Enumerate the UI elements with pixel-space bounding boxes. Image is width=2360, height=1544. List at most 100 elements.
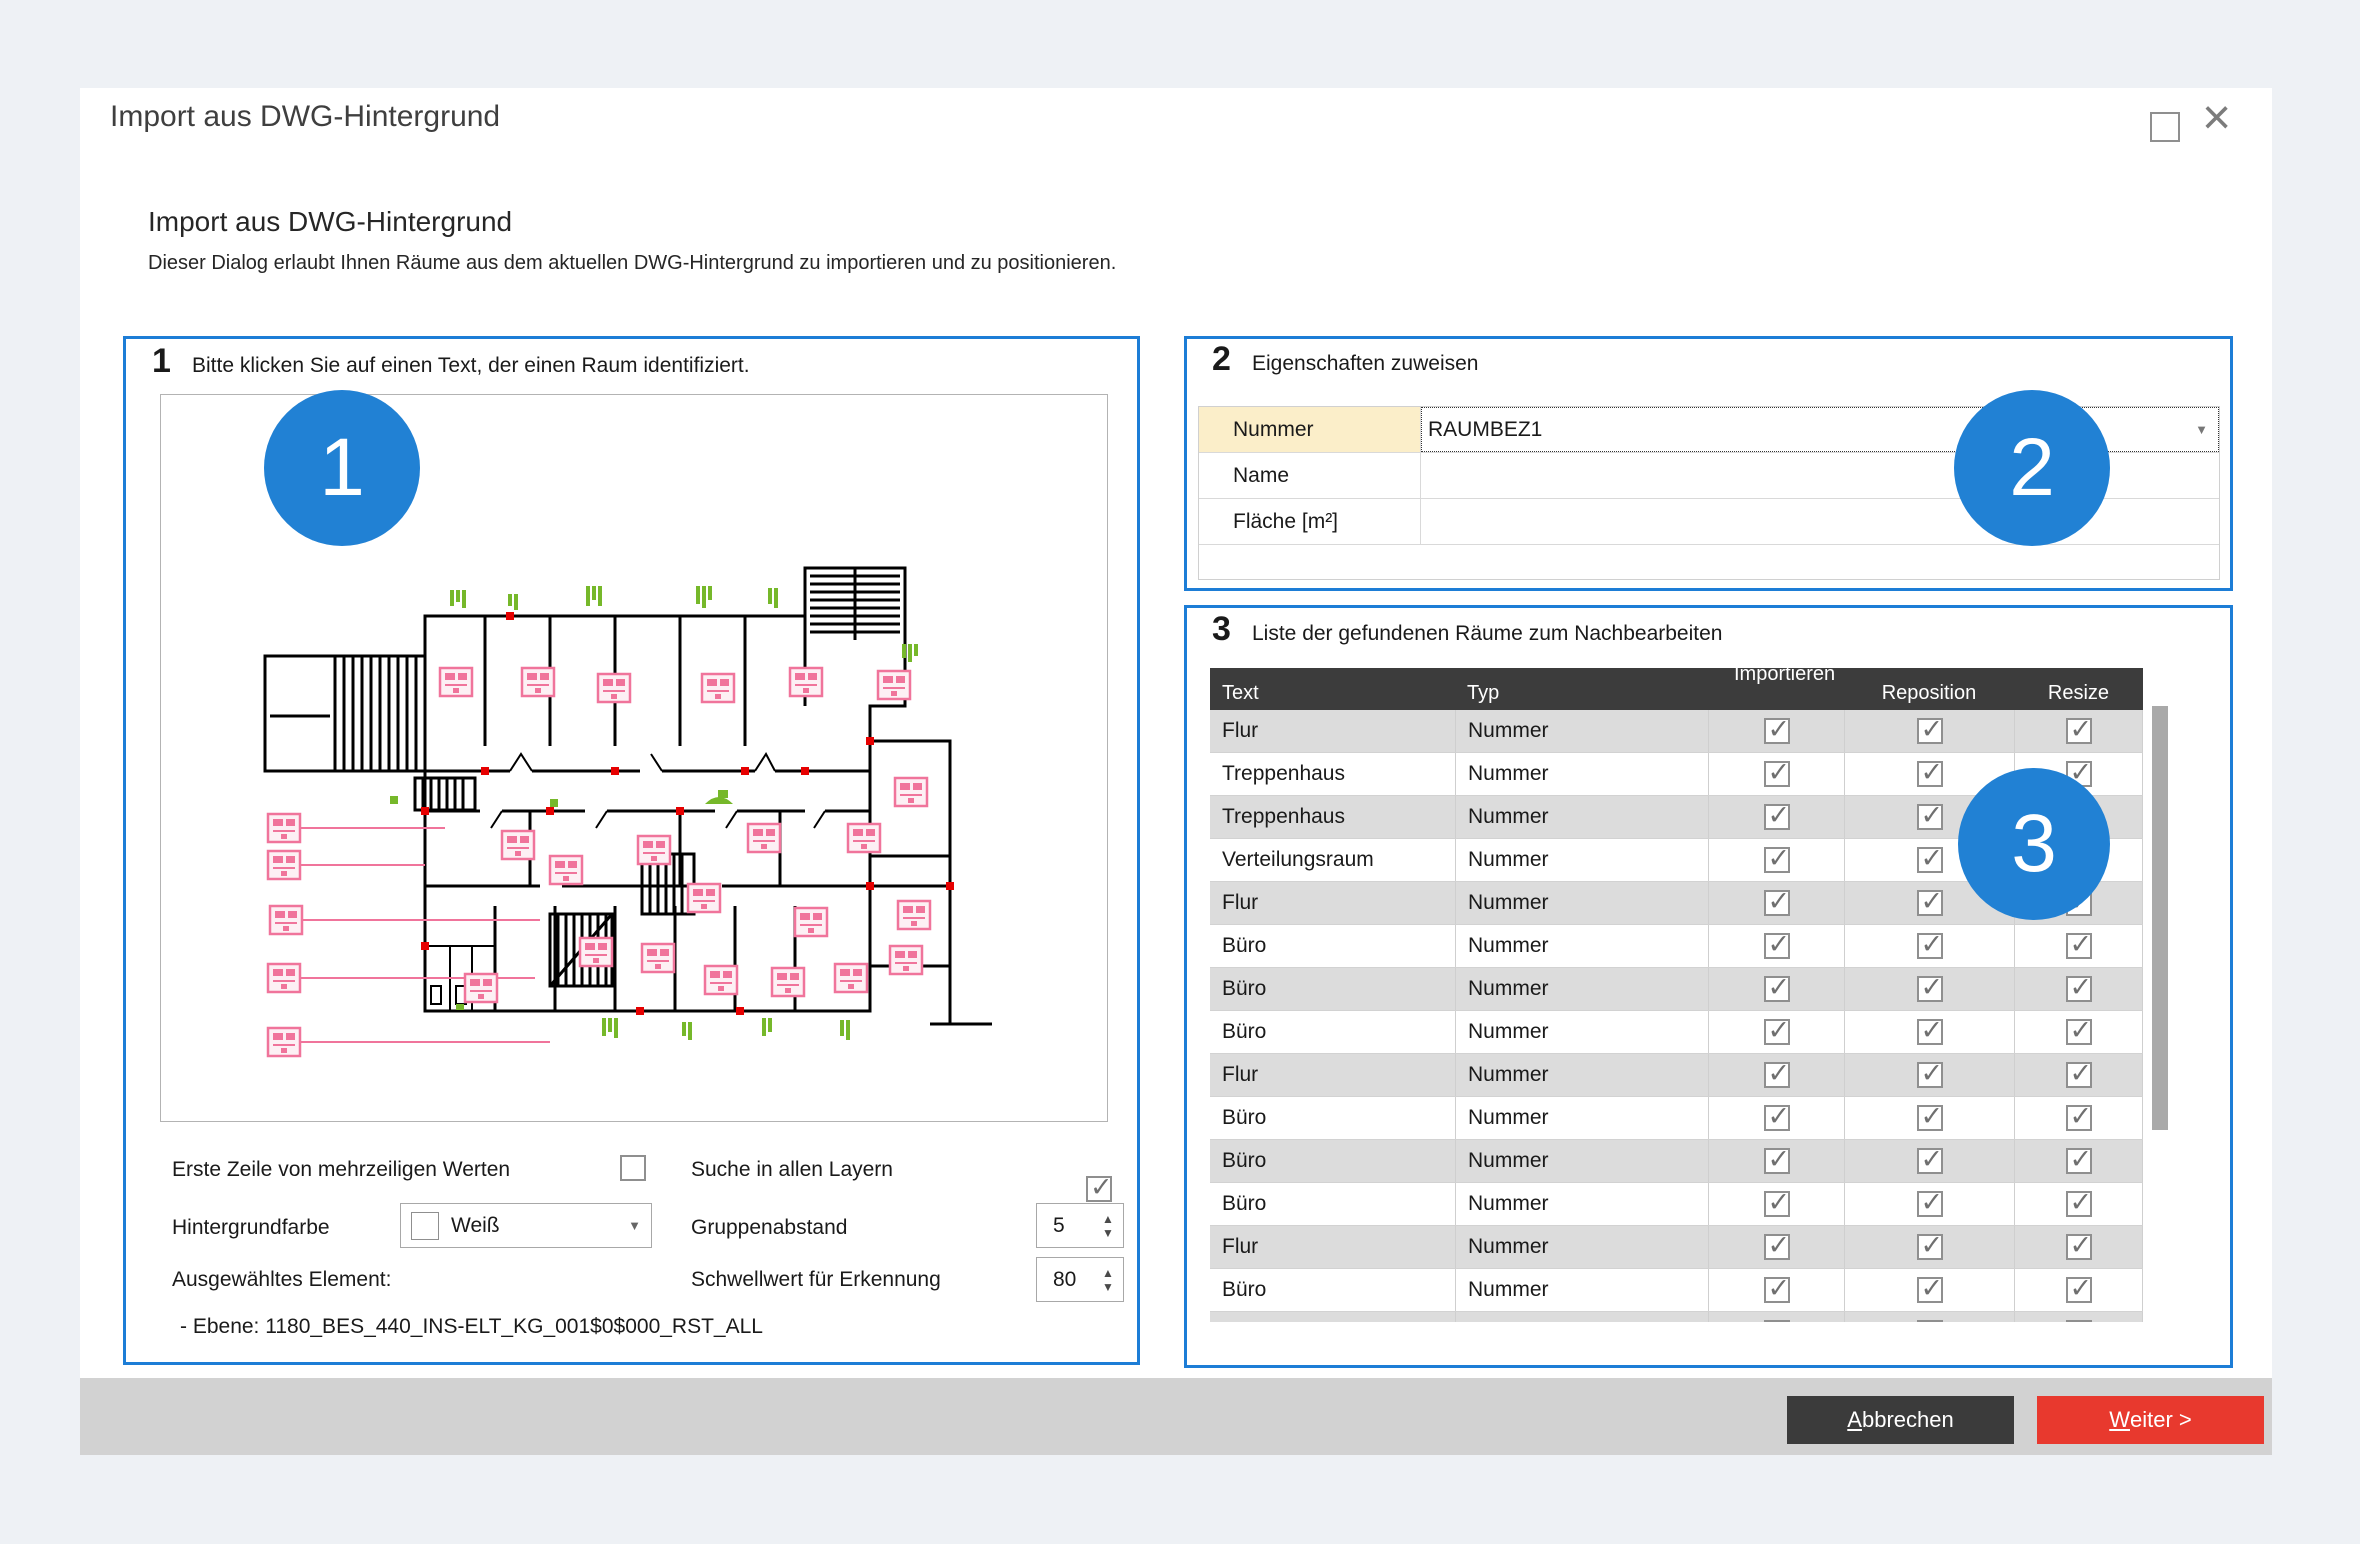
importieren-checkbox[interactable] bbox=[1764, 1105, 1790, 1131]
resize-checkbox[interactable] bbox=[2066, 718, 2092, 744]
importieren-checkbox[interactable] bbox=[1764, 1277, 1790, 1303]
reposition-checkbox[interactable] bbox=[1917, 761, 1943, 787]
reposition-checkbox[interactable] bbox=[1917, 976, 1943, 1002]
room-tag-icon[interactable] bbox=[440, 668, 472, 696]
maximize-icon[interactable] bbox=[2150, 112, 2180, 142]
threshold-stepper[interactable]: 80 ▲▼ bbox=[1036, 1257, 1124, 1302]
importieren-checkbox[interactable] bbox=[1764, 1148, 1790, 1174]
room-tag-icon[interactable] bbox=[878, 671, 910, 699]
table-row[interactable]: FlurNummer bbox=[1210, 1226, 2143, 1269]
room-tag-icon[interactable] bbox=[268, 1028, 300, 1056]
next-button[interactable]: Weiter > bbox=[2037, 1396, 2264, 1444]
reposition-checkbox[interactable] bbox=[1917, 1062, 1943, 1088]
reposition-checkbox[interactable] bbox=[1917, 804, 1943, 830]
resize-checkbox[interactable] bbox=[2066, 1320, 2092, 1322]
resize-checkbox[interactable] bbox=[2066, 976, 2092, 1002]
room-tag-icon[interactable] bbox=[642, 944, 674, 972]
reposition-checkbox[interactable] bbox=[1917, 1234, 1943, 1260]
room-tag-icon[interactable] bbox=[898, 901, 930, 929]
vertical-scrollbar[interactable] bbox=[2152, 706, 2168, 1130]
room-tag-icon[interactable] bbox=[890, 946, 922, 974]
spin-up-icon[interactable]: ▲ bbox=[1102, 1212, 1114, 1226]
resize-checkbox[interactable] bbox=[2066, 1148, 2092, 1174]
reposition-checkbox[interactable] bbox=[1917, 1320, 1943, 1322]
table-row[interactable]: BüroNummer bbox=[1210, 1140, 2143, 1183]
reposition-checkbox[interactable] bbox=[1917, 1191, 1943, 1217]
reposition-checkbox[interactable] bbox=[1917, 890, 1943, 916]
chevron-down-icon[interactable]: ▼ bbox=[2195, 422, 2208, 437]
room-tag-icon[interactable] bbox=[268, 814, 300, 842]
chevron-down-icon[interactable]: ▼ bbox=[628, 1218, 641, 1233]
room-tag-icon[interactable] bbox=[598, 674, 630, 702]
importieren-checkbox[interactable] bbox=[1764, 933, 1790, 959]
reposition-checkbox[interactable] bbox=[1917, 847, 1943, 873]
table-row[interactable]: BüroNummer bbox=[1210, 1269, 2143, 1312]
importieren-checkbox[interactable] bbox=[1764, 1234, 1790, 1260]
room-tag-icon[interactable] bbox=[688, 884, 720, 912]
room-tag-icon[interactable] bbox=[748, 824, 780, 852]
room-tag-icon[interactable] bbox=[848, 824, 880, 852]
resize-checkbox[interactable] bbox=[2066, 1191, 2092, 1217]
room-tag-icon[interactable] bbox=[268, 964, 300, 992]
floor-plan-drawing[interactable] bbox=[250, 556, 1106, 1068]
room-tag-icon[interactable] bbox=[465, 974, 497, 1002]
threshold-value[interactable]: 80 bbox=[1037, 1268, 1093, 1292]
reposition-checkbox[interactable] bbox=[1917, 718, 1943, 744]
room-tag-icon[interactable] bbox=[270, 906, 302, 934]
table-row[interactable]: BüroNummer bbox=[1210, 968, 2143, 1011]
importieren-checkbox[interactable] bbox=[1764, 1019, 1790, 1045]
room-tag-icon[interactable] bbox=[268, 851, 300, 879]
group-distance-stepper[interactable]: 5 ▲▼ bbox=[1036, 1203, 1124, 1248]
importieren-checkbox[interactable] bbox=[1764, 1191, 1790, 1217]
resize-checkbox[interactable] bbox=[2066, 1105, 2092, 1131]
room-tag-icon[interactable] bbox=[772, 968, 804, 996]
importieren-checkbox[interactable] bbox=[1764, 890, 1790, 916]
importieren-checkbox[interactable] bbox=[1764, 761, 1790, 787]
cancel-button[interactable]: Abbrechen bbox=[1787, 1396, 2014, 1444]
reposition-checkbox[interactable] bbox=[1917, 1148, 1943, 1174]
importieren-checkbox[interactable] bbox=[1764, 718, 1790, 744]
spin-down-icon[interactable]: ▼ bbox=[1102, 1280, 1114, 1294]
table-row[interactable]: FlurNummer bbox=[1210, 1054, 2143, 1097]
property-value: RAUMBEZ1 bbox=[1428, 418, 1542, 442]
reposition-checkbox[interactable] bbox=[1917, 1277, 1943, 1303]
resize-checkbox[interactable] bbox=[2066, 1062, 2092, 1088]
room-tag-icon[interactable] bbox=[550, 856, 582, 884]
search-all-layers-checkbox[interactable] bbox=[1086, 1176, 1112, 1202]
table-row[interactable]: FlurNummer bbox=[1210, 710, 2143, 753]
reposition-checkbox[interactable] bbox=[1917, 1105, 1943, 1131]
importieren-checkbox[interactable] bbox=[1764, 847, 1790, 873]
importieren-checkbox[interactable] bbox=[1764, 804, 1790, 830]
reposition-checkbox[interactable] bbox=[1917, 933, 1943, 959]
room-tag-icon[interactable] bbox=[790, 668, 822, 696]
resize-checkbox[interactable] bbox=[2066, 1019, 2092, 1045]
group-distance-value[interactable]: 5 bbox=[1037, 1214, 1093, 1238]
room-tag-icon[interactable] bbox=[702, 674, 734, 702]
room-tag-icon[interactable] bbox=[522, 668, 554, 696]
background-color-select[interactable]: Weiß ▼ bbox=[400, 1203, 652, 1248]
table-row[interactable] bbox=[1210, 1312, 2143, 1322]
importieren-checkbox[interactable] bbox=[1764, 1320, 1790, 1322]
resize-checkbox[interactable] bbox=[2066, 1277, 2092, 1303]
room-tag-icon[interactable] bbox=[705, 966, 737, 994]
room-tag-icon[interactable] bbox=[580, 938, 612, 966]
importieren-checkbox[interactable] bbox=[1764, 1062, 1790, 1088]
table-row[interactable]: BüroNummer bbox=[1210, 925, 2143, 968]
spin-down-icon[interactable]: ▼ bbox=[1102, 1226, 1114, 1240]
resize-checkbox[interactable] bbox=[2066, 1234, 2092, 1260]
room-tag-icon[interactable] bbox=[835, 964, 867, 992]
resize-cell bbox=[2014, 1054, 2143, 1096]
room-tag-icon[interactable] bbox=[895, 778, 927, 806]
table-row[interactable]: BüroNummer bbox=[1210, 1011, 2143, 1054]
importieren-checkbox[interactable] bbox=[1764, 976, 1790, 1002]
table-row[interactable]: BüroNummer bbox=[1210, 1097, 2143, 1140]
spin-up-icon[interactable]: ▲ bbox=[1102, 1266, 1114, 1280]
reposition-checkbox[interactable] bbox=[1917, 1019, 1943, 1045]
resize-checkbox[interactable] bbox=[2066, 933, 2092, 959]
room-tag-icon[interactable] bbox=[795, 908, 827, 936]
room-tag-icon[interactable] bbox=[638, 836, 670, 864]
first-line-checkbox[interactable] bbox=[620, 1155, 646, 1181]
room-tag-icon[interactable] bbox=[502, 831, 534, 859]
table-row[interactable]: BüroNummer bbox=[1210, 1183, 2143, 1226]
close-icon[interactable]: × bbox=[2202, 92, 2231, 142]
